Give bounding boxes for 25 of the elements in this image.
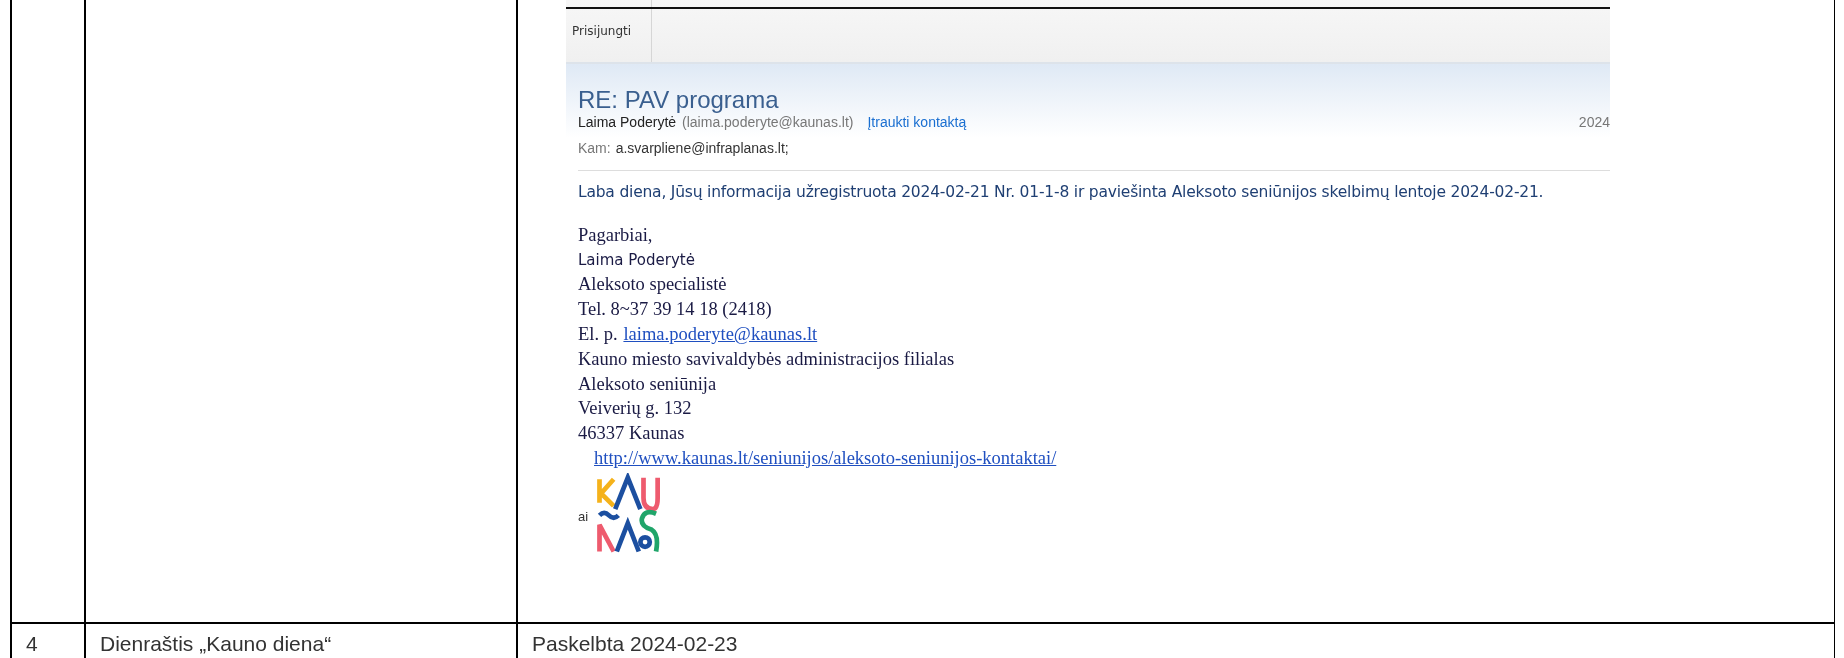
ribbon-button[interactable]: Prisijungti — [566, 0, 652, 62]
result-text: Paskelbta 2024-02-23 — [531, 631, 739, 657]
cut-text: ai — [578, 508, 589, 524]
message-text: Laba diena, Jūsų informacija užregistruota 2024-02-21 Nr. 01-1-8 ir paviešinta Aleksoto seniūnijos skelbimų lentoje 2024-02-21. — [578, 183, 1545, 201]
website-link[interactable]: http://www.kaunas.lt/seniunijos/aleksoto-seniunijos-kontaktai/ — [594, 448, 1057, 469]
sender-name: Laima Poderytė — [578, 114, 677, 130]
add-contact-link[interactable]: Įtraukti kontaktą — [867, 114, 967, 130]
to-label: Kam: — [578, 140, 611, 156]
email-subject: RE: PAV programa — [578, 86, 780, 114]
source-name: Dienraštis „Kauno diena“ — [86, 624, 518, 658]
signature-line: Pagarbiai, — [578, 224, 654, 247]
email-label: El. p. — [578, 324, 618, 345]
signature-line: Kauno miesto savivaldybės administracijos filialas — [578, 347, 956, 371]
email-date: 2024 — [1578, 114, 1610, 130]
signature-line: Tel. 8~37 39 14 18 (2418) — [578, 297, 773, 321]
signature-line: Aleksoto seniūnija — [578, 372, 718, 396]
city-logo-icon — [594, 472, 660, 553]
email-link[interactable]: laima.poderyte@kaunas.lt — [623, 324, 818, 345]
signature-name: Laima Poderytė — [578, 249, 696, 271]
sender-email: (laima.poderyte@kaunas.lt) — [682, 114, 854, 130]
row-number: 4 — [12, 624, 86, 658]
signature-line: Veiverių g. 132 — [578, 397, 693, 421]
signature-line: Aleksoto specialistė — [578, 273, 728, 297]
recipient: a.svarpliene@infraplanas.lt; — [615, 140, 789, 156]
signature-line: 46337 Kaunas — [578, 421, 686, 445]
